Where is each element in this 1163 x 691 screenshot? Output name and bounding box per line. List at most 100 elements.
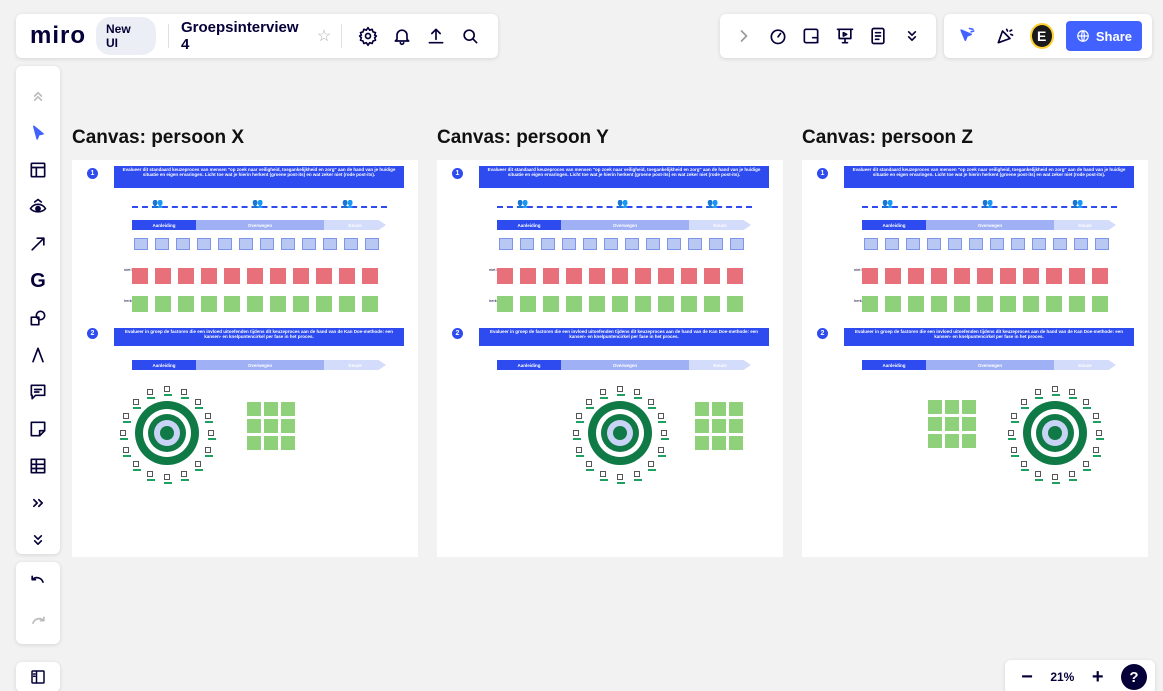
comment-icon[interactable]	[23, 378, 53, 406]
zoom-out-button[interactable]: −	[1013, 663, 1041, 691]
green-sticky-note[interactable]	[945, 434, 959, 448]
step1-instructions[interactable]: Evalueer dit standaard keuzeproces van m…	[844, 166, 1134, 188]
factor-icon[interactable]	[147, 471, 155, 481]
phase-overwegen[interactable]: Overwegen	[926, 220, 1054, 230]
red-sticky-note[interactable]	[224, 268, 240, 284]
red-sticky-note[interactable]	[132, 268, 148, 284]
red-sticky-note[interactable]	[635, 268, 651, 284]
chevron-double-down-icon[interactable]	[898, 22, 926, 50]
phase-aanleiding[interactable]: Aanleiding	[497, 360, 561, 370]
process-step-card[interactable]	[990, 238, 1004, 250]
green-sticky-note[interactable]	[132, 296, 148, 312]
factor-icon[interactable]	[120, 430, 128, 440]
step2-instructions[interactable]: Evalueer in groep de factoren die een in…	[844, 328, 1134, 346]
process-step-card[interactable]	[239, 238, 253, 250]
phase-aanleiding[interactable]: Aanleiding	[862, 360, 926, 370]
process-step-card[interactable]	[520, 238, 534, 250]
process-step-card[interactable]	[667, 238, 681, 250]
chevron-right-icon[interactable]	[730, 22, 758, 50]
phase-keuze[interactable]: Keuze	[689, 360, 751, 370]
green-sticky-note[interactable]	[954, 296, 970, 312]
green-sticky-note[interactable]	[178, 296, 194, 312]
green-sticky-note[interactable]	[658, 296, 674, 312]
upload-icon[interactable]	[422, 22, 450, 50]
factor-icon[interactable]	[1083, 399, 1091, 409]
green-sticky-note[interactable]	[589, 296, 605, 312]
factor-icon[interactable]	[600, 471, 608, 481]
ai-eye-icon[interactable]	[23, 193, 53, 221]
green-sticky-note[interactable]	[1000, 296, 1016, 312]
green-sticky-note[interactable]	[681, 296, 697, 312]
process-step-card[interactable]	[323, 238, 337, 250]
process-step-card[interactable]	[604, 238, 618, 250]
factor-icon[interactable]	[1096, 430, 1104, 440]
factor-icon[interactable]	[1093, 413, 1101, 423]
phase-keuze[interactable]: Keuze	[689, 220, 751, 230]
process-step-card[interactable]	[155, 238, 169, 250]
party-icon[interactable]	[992, 22, 1018, 50]
canvas-title[interactable]: Canvas: persoon Z	[802, 127, 973, 149]
factor-icon[interactable]	[658, 413, 666, 423]
factor-icon[interactable]	[164, 386, 172, 396]
kan-doe-target[interactable]	[1022, 400, 1088, 466]
process-step-card[interactable]	[134, 238, 148, 250]
green-sticky-note[interactable]	[1069, 296, 1085, 312]
green-sticky-note[interactable]	[264, 436, 278, 450]
factor-icon[interactable]	[576, 413, 584, 423]
green-sticky-note[interactable]	[281, 436, 295, 450]
factor-icon[interactable]	[205, 447, 213, 457]
presentation-icon[interactable]	[831, 22, 859, 50]
factor-icon[interactable]	[634, 471, 642, 481]
green-sticky-note[interactable]	[945, 417, 959, 431]
red-sticky-note[interactable]	[1023, 268, 1039, 284]
redo-icon[interactable]	[24, 610, 52, 638]
factor-icon[interactable]	[617, 386, 625, 396]
process-step-card[interactable]	[541, 238, 555, 250]
green-sticky-note[interactable]	[247, 402, 261, 416]
green-sticky-note[interactable]	[962, 400, 976, 414]
templates-icon[interactable]	[23, 156, 53, 184]
factor-icon[interactable]	[1069, 389, 1077, 399]
g-app-icon[interactable]: G	[23, 267, 53, 295]
red-sticky-note[interactable]	[727, 268, 743, 284]
red-sticky-note[interactable]	[543, 268, 559, 284]
process-step-card[interactable]	[709, 238, 723, 250]
factor-icon[interactable]	[600, 389, 608, 399]
help-button[interactable]: ?	[1120, 664, 1147, 690]
green-sticky-note[interactable]	[928, 434, 942, 448]
phase-keuze[interactable]: Keuze	[1054, 220, 1116, 230]
step1-instructions[interactable]: Evalueer dit standaard keuzeproces van m…	[479, 166, 769, 188]
table-icon[interactable]	[23, 452, 53, 480]
factor-icon[interactable]	[661, 430, 669, 440]
green-sticky-note[interactable]	[264, 419, 278, 433]
green-sticky-note[interactable]	[908, 296, 924, 312]
green-sticky-note[interactable]	[712, 419, 726, 433]
factor-icon[interactable]	[164, 474, 172, 484]
green-sticky-note[interactable]	[962, 434, 976, 448]
kan-doe-target[interactable]	[587, 400, 653, 466]
green-sticky-note[interactable]	[928, 400, 942, 414]
process-step-card[interactable]	[1011, 238, 1025, 250]
factor-icon[interactable]	[1069, 471, 1077, 481]
process-step-card[interactable]	[260, 238, 274, 250]
process-step-card[interactable]	[562, 238, 576, 250]
green-sticky-note[interactable]	[247, 419, 261, 433]
bell-icon[interactable]	[388, 22, 416, 50]
settings-icon[interactable]	[354, 22, 382, 50]
green-sticky-note[interactable]	[945, 400, 959, 414]
step1-instructions[interactable]: Evalueer dit standaard keuzeproces van m…	[114, 166, 404, 188]
red-sticky-note[interactable]	[201, 268, 217, 284]
red-sticky-note[interactable]	[908, 268, 924, 284]
green-sticky-note[interactable]	[931, 296, 947, 312]
sticky-note-icon[interactable]	[23, 415, 53, 443]
green-sticky-note[interactable]	[1023, 296, 1039, 312]
process-step-card[interactable]	[969, 238, 983, 250]
factor-icon[interactable]	[658, 447, 666, 457]
green-sticky-note[interactable]	[928, 417, 942, 431]
green-sticky-note[interactable]	[281, 419, 295, 433]
factor-icon[interactable]	[1008, 430, 1016, 440]
red-sticky-note[interactable]	[681, 268, 697, 284]
red-sticky-note[interactable]	[589, 268, 605, 284]
green-sticky-note[interactable]	[316, 296, 332, 312]
red-sticky-note[interactable]	[1092, 268, 1108, 284]
